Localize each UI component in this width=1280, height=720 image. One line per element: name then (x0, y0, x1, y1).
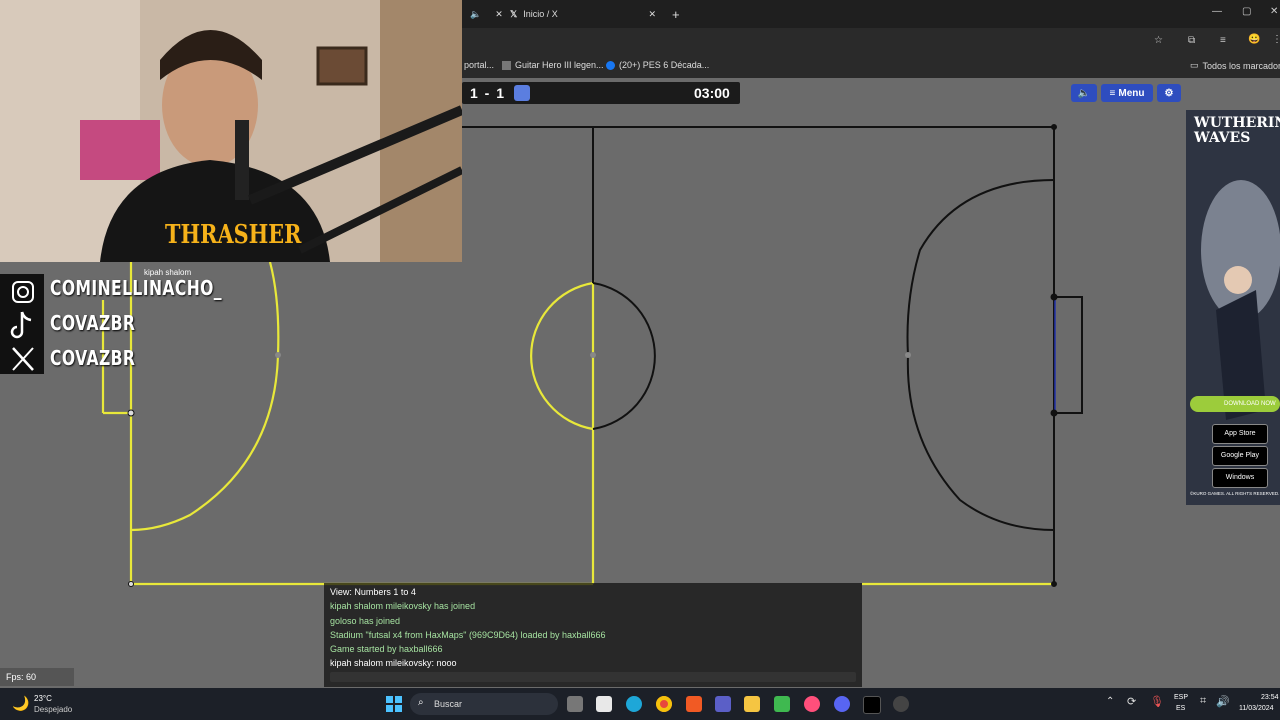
weather-desc: Despejado (34, 705, 73, 714)
x-icon (12, 347, 34, 371)
ad-download-button[interactable]: DOWNLOAD NOW (1190, 396, 1280, 412)
clock-time[interactable]: 23:54 (1261, 694, 1279, 701)
instagram-icon (12, 281, 34, 303)
chevron-up-icon[interactable]: ⌃ (1106, 696, 1114, 707)
team-color-icon (514, 85, 530, 101)
ad-banner[interactable]: WUTHERING WAVES DOWNLOAD NOW App Store G… (1186, 110, 1280, 505)
hamburger-icon: ≡ (1109, 87, 1116, 99)
right-post-bottom (1050, 409, 1058, 417)
match-timer: 03:00 (694, 85, 730, 101)
chat-line: kipah shalom mileikovsky: nooo (330, 658, 457, 669)
speaker-icon: 🔈 (1077, 87, 1091, 99)
sound-button[interactable]: 🔈 (1071, 84, 1097, 102)
social-icons (10, 281, 34, 371)
folder-icon: ▭ (1190, 60, 1199, 70)
task-view-icon[interactable] (567, 696, 583, 712)
chrome-icon[interactable] (656, 696, 672, 712)
windows-start-icon[interactable] (386, 696, 402, 712)
mic-icon[interactable]: 🎙 (1150, 695, 1164, 708)
chat-input[interactable] (330, 672, 856, 682)
search-placeholder: Buscar (434, 699, 463, 709)
more-menu-icon[interactable]: ⋮ (1272, 34, 1280, 45)
right-penalty-arc (906, 179, 1055, 531)
left-corner (128, 581, 134, 587)
minimize-icon[interactable]: — (1212, 6, 1222, 17)
tiktok-handle: COVAZBR (50, 311, 136, 335)
google-play-badge[interactable]: Google Play (1212, 446, 1268, 466)
score-text: 1 - 1 (470, 85, 505, 101)
webcam-feed: THRASHER (0, 0, 462, 262)
app-icon[interactable] (804, 696, 820, 712)
obs-icon[interactable] (893, 696, 909, 712)
tiktok-icon (10, 311, 32, 339)
terminal-icon[interactable] (863, 696, 881, 714)
ad-title: WUTHERING WAVES (1194, 115, 1280, 146)
search-box[interactable]: ⌕ Buscar (410, 693, 558, 715)
chat-line: Stadium "futsal x4 from HaxMaps" (969C9D… (330, 629, 606, 640)
lang-code[interactable]: ESP (1174, 694, 1188, 701)
score-bar: 1 - 1 03:00 (462, 82, 740, 104)
x-handle: COVAZBR (50, 346, 136, 370)
fps-counter: Fps: 60 (0, 668, 74, 686)
right-corner-top (1051, 124, 1057, 130)
discord-icon[interactable] (834, 696, 850, 712)
edge-icon[interactable] (626, 696, 642, 712)
settings-button[interactable]: ⚙ (1157, 84, 1181, 102)
volume-icon[interactable]: 🔊 (1216, 695, 1230, 708)
maximize-icon[interactable]: ▢ (1242, 6, 1251, 17)
chat-line: Game started by haxball666 (330, 644, 443, 655)
network-icon[interactable]: ⌗ (1200, 695, 1206, 708)
chat-line: goloso has joined (330, 615, 401, 626)
left-post (127, 409, 135, 417)
right-goal (1053, 296, 1083, 414)
shirt-logo: THRASHER (165, 220, 302, 250)
weather-temp: 23°C (34, 694, 52, 703)
microphone (235, 120, 249, 200)
right-half-lines (462, 126, 1083, 584)
lang-region: ES (1176, 705, 1186, 712)
left-penalty-arc (130, 261, 280, 532)
teams-icon[interactable] (715, 696, 731, 712)
left-half-lines (101, 261, 595, 586)
center-circle-left (530, 281, 594, 431)
social-icons-column (0, 274, 44, 374)
clock-date[interactable]: 11/03/2024 (1239, 705, 1274, 712)
extensions-icon[interactable]: ⧉ (1188, 35, 1195, 46)
left-penalty-mark (275, 352, 281, 358)
instagram-handle: COMINELLINACHO_ (50, 276, 222, 300)
close-window-icon[interactable]: ✕ (1270, 6, 1278, 17)
search-icon: ⌕ (418, 697, 424, 708)
wall-posters (80, 120, 160, 180)
windows-badge[interactable]: Windows (1212, 468, 1268, 488)
taskbar: 🌙 23°C Despejado ⌕ Buscar ⌃ ⟳ 🎙 ESP ES ⌗… (0, 688, 1280, 720)
right-penalty-mark (905, 352, 911, 358)
right-corner-bottom (1051, 581, 1057, 587)
right-post-top (1050, 293, 1058, 301)
app-store-badge[interactable]: App Store (1212, 424, 1268, 444)
moon-icon: 🌙 (12, 695, 30, 711)
ad-footer: ©KURO GAMES. ALL RIGHTS RESERVED. (1190, 491, 1280, 496)
profile-avatar[interactable]: 😀 (1248, 34, 1260, 45)
wall-picture (316, 46, 368, 86)
file-explorer-icon[interactable] (744, 696, 760, 712)
menu-button[interactable]: ≡ Menu (1101, 84, 1153, 102)
gear-icon: ⚙ (1164, 87, 1174, 99)
center-circle-right (592, 282, 656, 430)
sync-icon[interactable]: ⟳ (1127, 695, 1136, 708)
brave-icon[interactable] (686, 696, 702, 712)
all-bookmarks[interactable]: ▭Todos los marcadores (1190, 60, 1280, 71)
center-spot (590, 352, 596, 358)
store-icon[interactable] (596, 696, 612, 712)
chat-line: kipah shalom mileikovsky has joined (330, 601, 476, 612)
all-bookmarks-label: Todos los marcadores (1202, 60, 1280, 71)
media-icon[interactable]: ≡ (1220, 35, 1226, 46)
chat-line: View: Numbers 1 to 4 (330, 587, 416, 597)
pes-icon[interactable] (774, 696, 790, 712)
menu-label: Menu (1118, 87, 1145, 99)
